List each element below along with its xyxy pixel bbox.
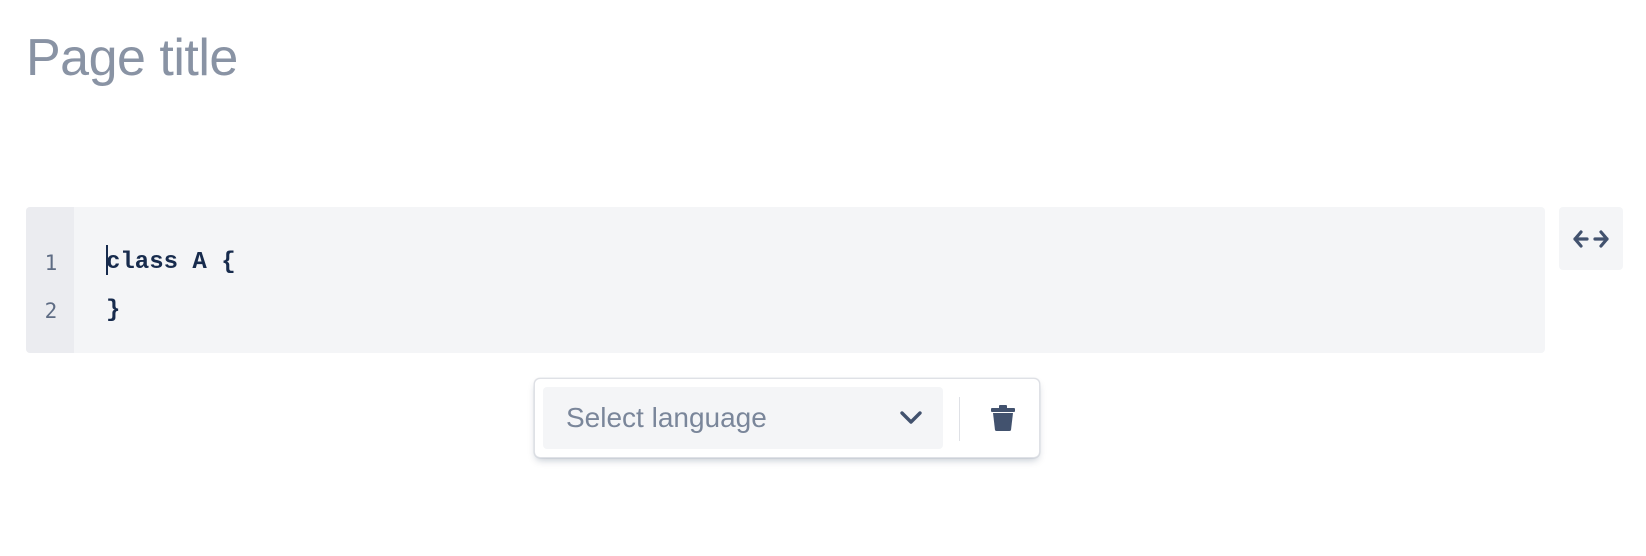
line-number-gutter: 1 2 bbox=[26, 207, 74, 353]
line-number: 2 bbox=[44, 299, 58, 323]
language-select-placeholder: Select language bbox=[566, 402, 767, 433]
wrap-toggle-button[interactable] bbox=[1559, 207, 1623, 270]
code-line[interactable]: class A { bbox=[106, 239, 1545, 287]
toolbar-separator bbox=[959, 397, 960, 441]
text-caret bbox=[106, 244, 108, 275]
code-editor[interactable]: class A { } bbox=[74, 207, 1545, 353]
code-block[interactable]: 1 2 class A { } bbox=[26, 207, 1545, 353]
arrows-horizontal-icon bbox=[1573, 229, 1609, 248]
delete-button[interactable] bbox=[975, 387, 1031, 449]
code-block-toolbar: Select language bbox=[534, 378, 1040, 458]
code-line-text: class A { bbox=[106, 249, 236, 276]
code-line[interactable]: } bbox=[106, 287, 1545, 335]
chevron-down-icon bbox=[900, 411, 922, 424]
page-title[interactable]: Page title bbox=[26, 26, 238, 90]
trash-icon bbox=[991, 405, 1015, 431]
code-line-text: } bbox=[106, 297, 121, 324]
language-select[interactable]: Select language bbox=[543, 387, 943, 449]
line-number: 1 bbox=[44, 251, 58, 275]
